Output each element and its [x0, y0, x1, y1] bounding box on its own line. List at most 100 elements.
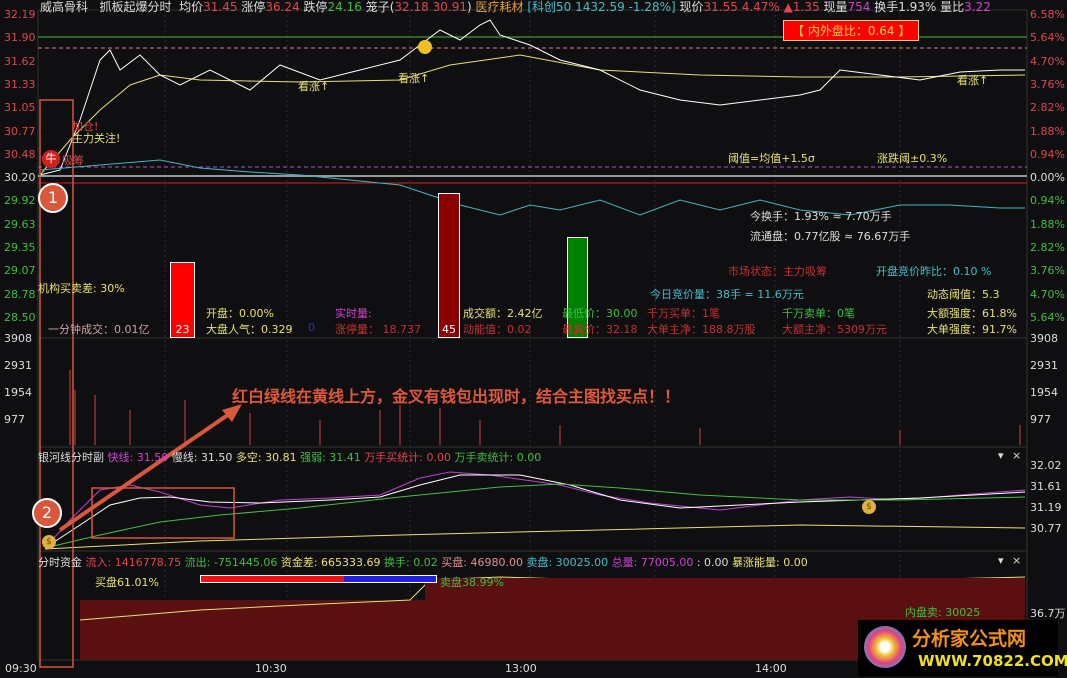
axis-tick-label: 2.82% [1030, 101, 1065, 115]
ratio-line [39, 159, 1025, 216]
zhuli-label: 主力关注! [72, 132, 121, 145]
long-short: 多空: 30.81 [235, 451, 297, 464]
turn-value: 1.93% [898, 0, 937, 14]
market-mood: 大盘人气：0.329 [206, 323, 293, 336]
avg-label: 均价 [179, 0, 204, 14]
axis-tick-label: 32.02 [1030, 459, 1062, 472]
axis-tick-label: 977 [1030, 413, 1051, 426]
smiley-icon [418, 40, 432, 54]
axis-tick-label: 1.88% [1030, 124, 1065, 138]
market-state: 市场状态：主力吸筹 [728, 265, 827, 278]
axis-tick-label: 6.58% [1030, 8, 1065, 21]
axis-tick-label: 2931 [1030, 359, 1058, 372]
volume-bars [69, 370, 1021, 445]
limit-up-label: 涨停 [241, 0, 266, 14]
stat-bar-darkred: 45 [438, 193, 460, 338]
indicator-name: 抓板起爆分时 [99, 0, 172, 14]
bull-icon: 牛 [42, 150, 60, 168]
flower-logo-icon [864, 626, 906, 668]
axis-tick-label: 31.90 [4, 31, 36, 45]
axis-tick-label: 29.35 [4, 241, 36, 254]
annotation-arrow [58, 408, 237, 532]
big-strength: 大单强度：91.7% [927, 323, 1017, 336]
axis-tick-label: 32.19 [4, 8, 36, 21]
ratio-label: 量比 [940, 0, 965, 14]
limit-down-label: 跌停 [303, 0, 328, 14]
sell-10m: 千万卖单：0笔 [782, 307, 855, 320]
chart-canvas [37, 9, 1028, 668]
bar-label: 45 [442, 323, 456, 336]
amount: 成交额：2.42亿 [463, 307, 543, 320]
site-logo: 分析家公式网 WWW.70822.COM [858, 620, 1067, 676]
cage-label: 笼子( [365, 0, 395, 14]
time-label: 14:00 [755, 662, 787, 675]
sub-indicator-header: 银河线分时副 快线: 31.50 慢线: 31.50 多空: 30.81 强弱:… [38, 449, 541, 465]
axis-tick-label: 1954 [4, 386, 32, 399]
inflow: 流入: 1416778.75 [85, 556, 182, 569]
axis-tick-label: 977 [4, 413, 25, 426]
cage-close: ) [466, 0, 472, 14]
updown-label: 涨跌阈±0.3% [877, 152, 948, 165]
axis-tick-label: 31.61 [1030, 480, 1062, 493]
axis-tick-label: 31.05 [4, 101, 36, 115]
sub-name: 银河线分时副 [38, 451, 104, 464]
axis-tick-label: 5.64% [1030, 31, 1065, 45]
mood-zero: 0 [308, 321, 315, 334]
axis-tick-label: 29.63 [4, 217, 36, 231]
sell-vol: 卖盘: 30025.00 [526, 556, 609, 569]
axis-tick-label: 2931 [4, 359, 32, 372]
axis-tick-label: 31.33 [4, 77, 36, 91]
axis-tick-label: 3908 [4, 332, 32, 345]
cage-high: 32.18 [394, 0, 429, 14]
sub-yellow-line [44, 524, 1026, 550]
buy-sell-progress [200, 575, 437, 583]
axis-tick-label: 4.70% [1030, 54, 1065, 68]
buy-vol: 买盘: 46980.00 [441, 556, 523, 569]
axis-tick-label: 28.78 [4, 287, 36, 301]
axis-tick-label: 30.20 [4, 171, 36, 185]
high-price: 最高价：32.18 [562, 323, 638, 336]
logo-name: 分析家公式网 [912, 628, 1027, 650]
close-icon[interactable]: × [1012, 554, 1021, 567]
axis-tick-label: 29.07 [4, 264, 36, 278]
low-price: 最低价：30.00 [562, 307, 638, 320]
fund-name: 分时资金 [38, 556, 82, 569]
axis-tick-label: 3.76% [1030, 77, 1065, 91]
sector[interactable]: 医疗耗材 [475, 0, 523, 14]
inner-sell: 内盘卖: 30025 [905, 606, 981, 619]
sub-purple-line [44, 471, 1026, 549]
fund-header: 分时资金 流入: 1416778.75 流出: -751445.06 资金差: … [38, 554, 808, 570]
axis-tick-label: 29.92 [4, 194, 36, 208]
turn-label: 换手 [874, 0, 899, 14]
dropdown-icon[interactable]: ▾ [998, 449, 1004, 462]
vol-value: 754 [847, 0, 871, 14]
axis-tick-label: 31.62 [4, 54, 36, 68]
fund-turn: 换手: 0.02 [384, 556, 438, 569]
stat-bar-red: 23 [170, 262, 195, 338]
one-min-trade: 一分钟成交：0.01亿 [48, 323, 150, 336]
outflow: 流出: -751445.06 [184, 556, 278, 569]
axis-tick-label: 3908 [1030, 332, 1058, 345]
surge-energy: 暴涨能量: 0.00 [732, 556, 808, 569]
pct-change: 4.47% [741, 0, 780, 14]
time-label: 13:00 [505, 662, 537, 675]
money-bag-icon: $ [862, 500, 876, 514]
dropdown-icon[interactable]: ▾ [998, 554, 1004, 567]
amt-strength: 大额强度：61.8% [927, 307, 1017, 320]
xichou-label: 吸筹 [62, 154, 84, 167]
close-icon[interactable]: × [1012, 449, 1021, 462]
bar-label: 23 [175, 323, 190, 336]
money-bag-icon: $ [42, 535, 56, 549]
sell-stat: 万手卖统计: 0.00 [454, 451, 542, 464]
total-vol: 总量: 77005.00 [611, 556, 694, 569]
marker-2: 2 [32, 498, 62, 528]
axis-tick-label: 0.00% [1030, 171, 1065, 185]
axis-tick-label: 30.77 [1030, 522, 1062, 535]
vol-label: 现量 [823, 0, 848, 14]
slow-line: 慢线: 31.50 [171, 451, 233, 464]
price-label: 现价 [679, 0, 704, 14]
auction-vol: 今日竞价量：38手 = 11.6万元 [650, 288, 804, 301]
marker-1: 1 [38, 183, 68, 213]
limit-down-value: 24.16 [327, 0, 362, 14]
axis-tick-label: 1.88% [1030, 217, 1065, 231]
